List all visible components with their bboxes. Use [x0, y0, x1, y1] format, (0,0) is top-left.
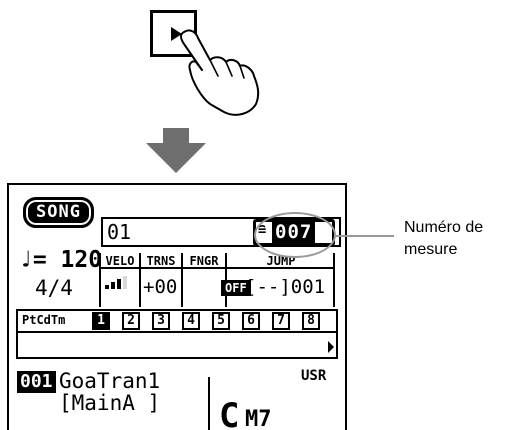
- down-arrow-icon: [146, 128, 206, 173]
- velocity-bar: [111, 282, 115, 289]
- callout-leader-line: [336, 235, 394, 237]
- track-button-1[interactable]: 1: [92, 312, 110, 330]
- track-button-6[interactable]: 6: [242, 312, 260, 330]
- pointing-hand-icon: [180, 29, 260, 116]
- track-button-8[interactable]: 8: [302, 312, 320, 330]
- style-name: GoaTran1: [59, 369, 161, 393]
- trns-header: TRNS: [141, 253, 181, 269]
- song-mode-badge: SONG: [23, 197, 94, 228]
- chord-quality: M7: [245, 407, 272, 430]
- callout-label-line1: Numéro de: [404, 219, 484, 236]
- track-button-4[interactable]: 4: [182, 312, 200, 330]
- track-button-7[interactable]: 7: [272, 312, 290, 330]
- fngr-header: FNGR: [183, 253, 225, 269]
- track-button-2[interactable]: 2: [122, 312, 140, 330]
- song-title-value: 01: [107, 220, 132, 244]
- song-number: 001: [17, 371, 56, 393]
- track-activity-row: [16, 333, 338, 359]
- transpose-value: +00: [143, 276, 178, 298]
- velocity-bar: [123, 276, 127, 289]
- velocity-bar: [105, 285, 109, 289]
- callout-highlight-ring: [254, 212, 336, 258]
- section-name: [MainA ]: [59, 391, 161, 415]
- right-marker-icon: [328, 341, 334, 353]
- bank-label: USR: [301, 368, 327, 384]
- velo-header: VELO: [101, 253, 139, 269]
- tempo-display: ♩= 120: [19, 247, 103, 273]
- chord-root: C: [219, 396, 240, 430]
- velocity-bar: [117, 279, 121, 289]
- track-button-5[interactable]: 5: [212, 312, 230, 330]
- track-type-label: PtCdTm: [22, 313, 66, 327]
- track-row: PtCdTm 12345678: [16, 309, 338, 333]
- callout-label-line2: mesure: [404, 241, 458, 258]
- time-signature: 4/4: [35, 276, 73, 300]
- jump-value: [--]001: [245, 276, 326, 298]
- callout-label: Numéro de mesure: [404, 217, 518, 261]
- chord-divider: [208, 377, 210, 430]
- track-button-3[interactable]: 3: [152, 312, 170, 330]
